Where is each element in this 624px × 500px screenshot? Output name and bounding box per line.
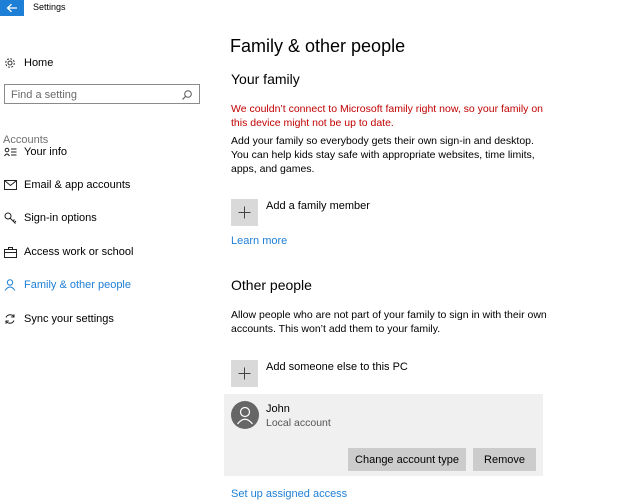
gear-icon — [4, 57, 16, 69]
account-name: John — [266, 403, 290, 415]
family-error-message: We couldn’t connect to Microsoft family … — [231, 103, 544, 129]
person-icon — [3, 279, 17, 291]
search-icon[interactable] — [181, 88, 193, 100]
sidebar-item-label: Email & app accounts — [24, 179, 131, 191]
home-nav-item[interactable]: Home — [4, 54, 53, 72]
search-input[interactable] — [5, 86, 181, 104]
other-people-description: Allow people who are not part of your fa… — [231, 309, 547, 335]
avatar — [231, 401, 259, 429]
key-icon — [3, 212, 17, 224]
user-avatar-icon — [237, 406, 253, 425]
page-title: Family & other people — [230, 36, 406, 56]
add-family-member-button[interactable]: Add a family member — [266, 200, 370, 212]
sidebar-item-access-work-school[interactable]: Access work or school — [0, 242, 133, 262]
change-account-type-button[interactable]: Change account type — [348, 448, 466, 471]
back-button[interactable] — [0, 0, 24, 16]
sidebar-item-your-info[interactable]: Your info — [0, 142, 67, 162]
plus-icon — [238, 206, 251, 219]
sidebar-item-label: Access work or school — [24, 246, 134, 258]
person-card-icon — [3, 147, 17, 157]
plus-icon — [238, 367, 251, 380]
account-type: Local account — [266, 417, 331, 429]
sidebar-item-sign-in-options[interactable]: Sign-in options — [0, 208, 97, 228]
add-someone-tile[interactable] — [231, 360, 258, 387]
mail-icon — [3, 180, 17, 190]
home-label: Home — [24, 57, 54, 69]
sidebar-item-label: Sync your settings — [24, 313, 114, 325]
sidebar-item-sync-settings[interactable]: Sync your settings — [0, 309, 114, 329]
learn-more-link[interactable]: Learn more — [231, 235, 287, 247]
other-people-heading: Other people — [231, 277, 312, 293]
sidebar-item-email-accounts[interactable]: Email & app accounts — [0, 175, 130, 195]
title-bar: Settings — [0, 0, 624, 16]
sidebar-item-label: Your info — [24, 146, 68, 158]
remove-button[interactable]: Remove — [473, 448, 536, 471]
sidebar-item-label: Sign-in options — [24, 212, 97, 224]
briefcase-icon — [3, 246, 17, 258]
sync-icon — [3, 313, 17, 325]
window-title: Settings — [33, 2, 66, 12]
sidebar-item-label: Family & other people — [24, 279, 131, 291]
add-family-member-tile[interactable] — [231, 199, 258, 226]
back-arrow-icon — [6, 3, 17, 13]
your-family-heading: Your family — [231, 71, 300, 87]
search-box[interactable] — [4, 84, 200, 104]
family-description: Add your family so everybody gets their … — [231, 135, 535, 175]
add-someone-button[interactable]: Add someone else to this PC — [266, 361, 408, 373]
assigned-access-link[interactable]: Set up assigned access — [231, 488, 347, 500]
account-card-john[interactable]: John Local account Change account type R… — [224, 394, 543, 476]
sidebar-item-family-other-people[interactable]: Family & other people — [0, 275, 131, 295]
